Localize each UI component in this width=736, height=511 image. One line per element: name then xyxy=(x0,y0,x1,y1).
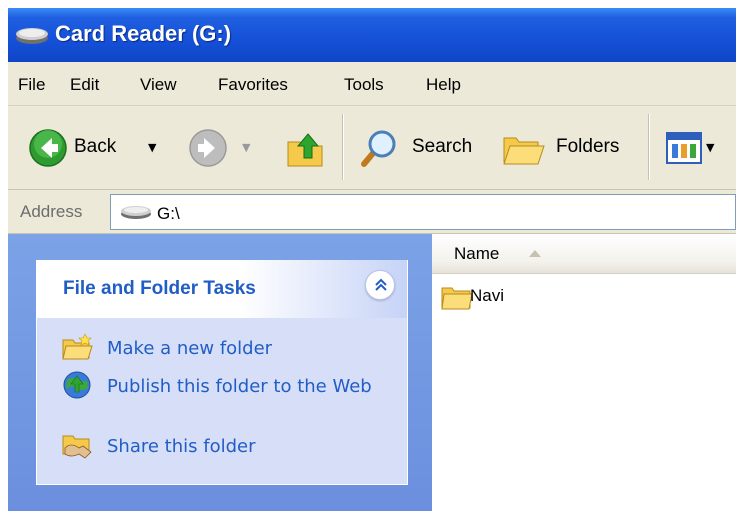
tasks-header[interactable]: File and Folder Tasks xyxy=(37,260,407,318)
sort-ascending-icon xyxy=(529,250,541,257)
file-folder-tasks-panel: File and Folder Tasks Make a new folder xyxy=(36,260,408,485)
drive-icon xyxy=(121,206,151,219)
views-button[interactable]: ▼ xyxy=(664,128,734,170)
folders-label: Folders xyxy=(556,136,620,157)
address-bar: Address G:\ xyxy=(8,190,736,234)
forward-dropdown-icon[interactable]: ▼ xyxy=(242,141,250,154)
folders-button[interactable]: Folders xyxy=(502,124,632,172)
address-input[interactable]: G:\ xyxy=(110,194,736,230)
toolbar-separator xyxy=(342,114,344,180)
task-pane: File and Folder Tasks Make a new folder xyxy=(8,234,432,511)
back-label: Back xyxy=(74,136,117,157)
column-header-name[interactable]: Name xyxy=(432,234,736,274)
address-label: Address xyxy=(20,202,83,221)
task-label: Share this folder xyxy=(107,436,256,457)
menu-file[interactable]: File xyxy=(18,75,45,95)
folder-icon xyxy=(441,287,473,310)
task-label: Publish this folder to the Web xyxy=(107,376,372,397)
task-label: Make a new folder xyxy=(107,338,273,359)
address-value: G:\ xyxy=(157,204,180,223)
menu-favorites[interactable]: Favorites xyxy=(218,75,288,95)
chevron-up-icon xyxy=(375,278,387,291)
share-folder-icon xyxy=(62,435,92,459)
toolbar-separator xyxy=(648,114,650,180)
search-label: Search xyxy=(412,136,473,157)
menu-bar: File Edit View Favorites Tools Help xyxy=(8,62,736,106)
menu-edit[interactable]: Edit xyxy=(70,75,99,95)
tasks-title: File and Folder Tasks xyxy=(63,278,256,299)
search-button[interactable]: Search xyxy=(356,124,486,172)
views-icon xyxy=(666,132,702,164)
forward-arrow-icon xyxy=(189,129,227,167)
title-bar[interactable]: Card Reader (G:) xyxy=(0,0,736,70)
drive-icon xyxy=(16,28,48,44)
back-dropdown-icon[interactable]: ▼ xyxy=(148,141,156,154)
toolbar: Back ▼ ▼ Search Folders ▼ xyxy=(8,106,736,190)
back-button[interactable]: Back ▼ xyxy=(20,124,176,172)
views-dropdown-icon[interactable]: ▼ xyxy=(706,141,714,154)
folders-icon xyxy=(503,137,545,165)
new-folder-icon xyxy=(62,333,93,360)
column-name-label: Name xyxy=(454,244,500,263)
publish-web-icon xyxy=(63,371,91,399)
menu-view[interactable]: View xyxy=(140,75,177,95)
window-title: Card Reader (G:) xyxy=(55,21,232,46)
search-icon xyxy=(361,130,396,167)
collapse-button[interactable] xyxy=(365,270,395,300)
file-name: Navi xyxy=(470,286,505,305)
file-list: Name Navi xyxy=(432,234,736,511)
back-arrow-icon xyxy=(29,129,67,167)
forward-button[interactable]: ▼ xyxy=(184,124,268,172)
menu-tools[interactable]: Tools xyxy=(344,75,384,95)
up-folder-icon[interactable] xyxy=(284,128,328,170)
menu-help[interactable]: Help xyxy=(426,75,461,95)
